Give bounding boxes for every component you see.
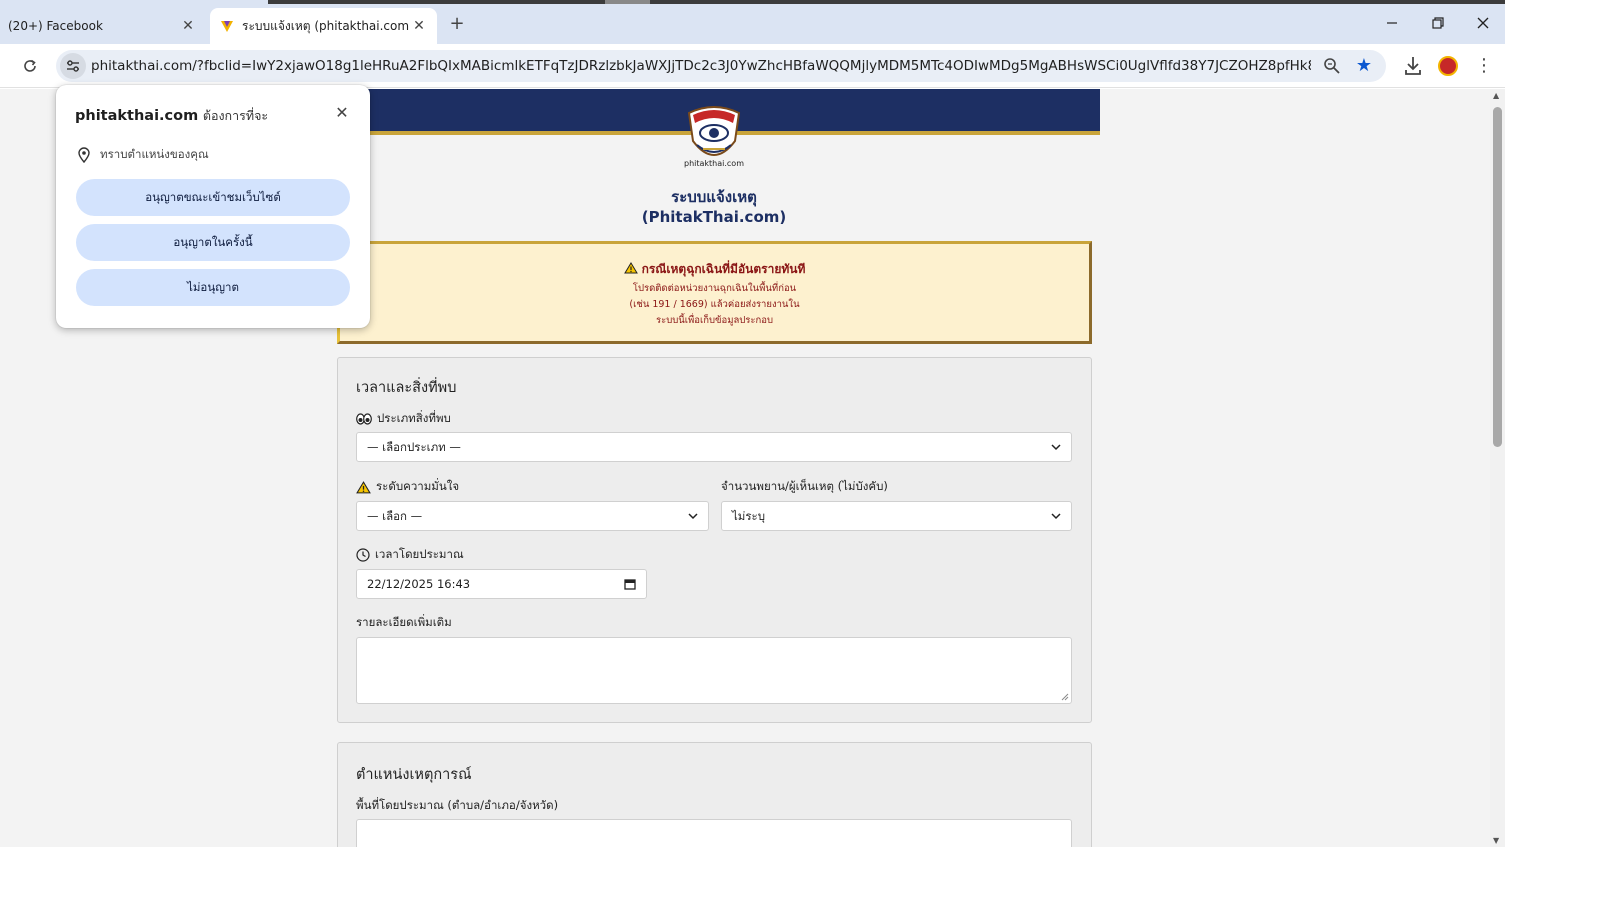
alert-heading-text: กรณีเหตุฉุกเฉินที่มีอันตรายทันที [641, 262, 806, 276]
warning-icon [623, 262, 638, 274]
confidence-label: ระดับความมั่นใจ [356, 478, 459, 496]
emergency-alert: กรณีเหตุฉุกเฉินที่มีอันตรายทันที โปรดติด… [337, 241, 1092, 344]
tab-title: (20+) Facebook [8, 19, 103, 33]
alert-line: โปรดติดต่อหน่วยงานฉุกเฉินในพื้นที่ก่อน [632, 283, 797, 294]
download-icon[interactable] [1402, 54, 1424, 78]
area-label: พื้นที่โดยประมาณ (ตำบล/อำเภอ/จังหวัด) [356, 798, 559, 812]
chevron-down-icon [688, 513, 698, 520]
allow-while-visiting-button[interactable]: อนุญาตขณะเข้าชมเว็บไซต์ [76, 179, 350, 216]
site-favicon-icon [221, 21, 233, 32]
scroll-up-icon[interactable]: ▲ [1493, 91, 1499, 100]
confidence-select[interactable]: — เลือก — [356, 501, 709, 531]
profile-avatar[interactable] [1438, 56, 1458, 76]
datetime-value: 22/12/2025 16:43 [367, 577, 471, 591]
new-tab-button[interactable]: + [446, 12, 468, 34]
logo-caption: phitakthai.com [683, 159, 744, 168]
warning-icon [356, 480, 371, 493]
location-section: ตำแหน่งเหตุการณ์ พื้นที่โดยประมาณ (ตำบล/… [337, 742, 1092, 847]
popup-title: phitakthai.com ต้องการที่จะ [75, 106, 268, 126]
tabstrip-edge-highlight [605, 0, 650, 4]
type-label-text: ประเภทสิ่งที่พบ [377, 411, 451, 425]
scroll-down-icon[interactable]: ▼ [1493, 836, 1499, 845]
permission-item: ทราบตำแหน่งของคุณ [78, 146, 209, 164]
confidence-label-text: ระดับความมั่นใจ [376, 479, 460, 493]
bookmark-star-icon[interactable]: ★ [1354, 56, 1374, 76]
zoom-icon[interactable] [1322, 56, 1342, 76]
resize-grip-icon[interactable] [1061, 693, 1069, 701]
witness-label: จำนวนพยาน/ผู้เห็นเหตุ (ไม่บังคับ) [721, 479, 888, 493]
witness-select[interactable]: ไม่ระบุ [721, 501, 1072, 531]
permission-text: ทราบตำแหน่งของคุณ [100, 147, 209, 161]
restore-icon [1432, 17, 1444, 29]
tab-strip: (20+) Facebook ✕ ระบบแจ้งเหตุ (phitaktha… [0, 0, 1505, 44]
address-bar[interactable]: phitakthai.com/?fbclid=IwY2xjawO18g1leHR… [56, 50, 1386, 82]
page-title: ระบบแจ้งเหตุ (PhitakThai.com) [530, 187, 898, 227]
site-info-button[interactable] [60, 53, 86, 79]
type-select[interactable]: — เลือกประเภท — [356, 432, 1072, 462]
allow-this-time-button[interactable]: อนุญาตในครั้งนี้ [76, 224, 350, 261]
time-and-finding-section: เวลาและสิ่งที่พบ ประเภทสิ่งที่พบ — เลือก… [337, 357, 1092, 723]
eyes-icon [356, 413, 372, 425]
reload-icon [24, 59, 36, 72]
chevron-down-icon [1051, 513, 1061, 520]
datetime-input[interactable]: 22/12/2025 16:43 [356, 569, 647, 599]
alert-body: โปรดติดต่อหน่วยงานฉุกเฉินในพื้นที่ก่อน (… [340, 281, 1089, 329]
restore-button[interactable] [1416, 8, 1460, 38]
tabstrip-edge [268, 0, 1505, 4]
reload-button[interactable] [18, 54, 42, 78]
area-input[interactable] [356, 819, 1072, 847]
details-label: รายละเอียดเพิ่มเติม [356, 615, 452, 629]
minimize-icon [1387, 22, 1397, 24]
page-title-line: ระบบแจ้งเหตุ [671, 188, 757, 206]
page-title-subline: (PhitakThai.com) [641, 208, 787, 226]
time-label: เวลาโดยประมาณ [356, 546, 464, 564]
popup-wants: ต้องการที่จะ [202, 108, 269, 123]
witness-select-value: ไม่ระบุ [732, 509, 766, 523]
tab-title: ระบบแจ้งเหตุ (phitakthai.com) [242, 18, 409, 33]
alert-line: (เช่น 191 / 1669) แล้วค่อยส่งรายงานใน [629, 299, 800, 310]
alert-heading: กรณีเหตุฉุกเฉินที่มีอันตรายทันที [340, 260, 1089, 279]
close-window-button[interactable] [1461, 8, 1505, 38]
page-scrollbar[interactable]: ▲ ▼ [1490, 89, 1505, 847]
tune-icon [67, 60, 79, 72]
toolbar: phitakthai.com/?fbclid=IwY2xjawO18g1leHR… [0, 44, 1505, 88]
popup-site: phitakthai.com [75, 108, 199, 124]
scrollbar-thumb[interactable] [1493, 107, 1502, 447]
alert-line: ระบบนี้เพื่อเก็บข้อมูลประกอบ [655, 315, 773, 326]
confidence-select-value: — เลือก — [367, 509, 423, 523]
close-icon[interactable]: ✕ [178, 16, 198, 36]
deny-button[interactable]: ไม่อนุญาต [76, 269, 350, 306]
calendar-icon[interactable] [624, 578, 636, 590]
section-title: เวลาและสิ่งที่พบ [356, 380, 457, 396]
tab-facebook[interactable]: (20+) Facebook ✕ [0, 8, 206, 44]
type-select-value: — เลือกประเภท — [367, 440, 461, 454]
clock-icon [356, 548, 370, 562]
minimize-button[interactable] [1370, 8, 1414, 38]
browser-window: (20+) Facebook ✕ ระบบแจ้งเหตุ (phitaktha… [0, 0, 1505, 847]
type-label: ประเภทสิ่งที่พบ [356, 410, 451, 428]
time-label-text: เวลาโดยประมาณ [375, 547, 464, 561]
chevron-down-icon [1051, 444, 1061, 451]
close-icon[interactable]: ✕ [409, 16, 429, 36]
close-icon[interactable]: ✕ [332, 103, 352, 123]
location-permission-popup: phitakthai.com ต้องการที่จะ ✕ ทราบตำแหน่… [56, 85, 370, 328]
section-title: ตำแหน่งเหตุการณ์ [356, 767, 472, 783]
close-icon [1477, 17, 1489, 29]
url-text[interactable]: phitakthai.com/?fbclid=IwY2xjawO18g1leHR… [91, 50, 1311, 82]
tab-phitakthai[interactable]: ระบบแจ้งเหตุ (phitakthai.com) ✕ [210, 8, 437, 44]
browser-menu-icon[interactable]: ⋮ [1474, 54, 1494, 78]
details-textarea[interactable] [356, 637, 1072, 704]
location-pin-icon [78, 147, 90, 163]
